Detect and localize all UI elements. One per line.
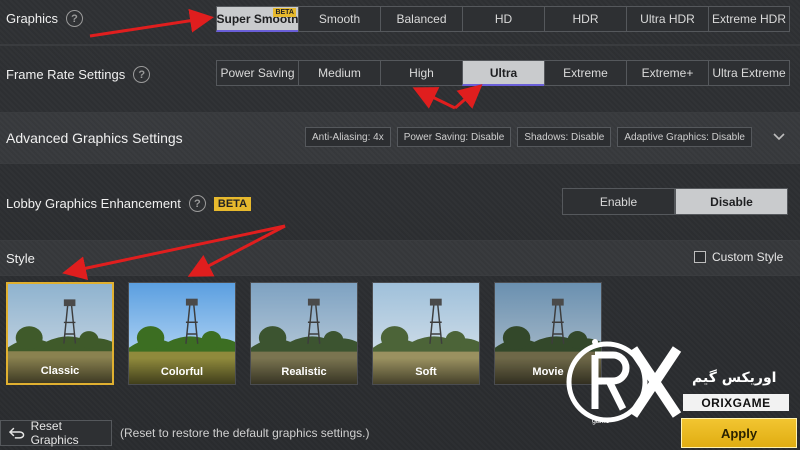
graphics-option-label: Ultra HDR <box>640 12 695 26</box>
frame-rate-label: Frame Rate Settings <box>6 67 126 82</box>
graphics-option-extreme-hdr[interactable]: Extreme HDR <box>708 6 790 32</box>
advanced-label-group: Advanced Graphics Settings <box>6 130 183 146</box>
custom-style-label: Custom Style <box>712 250 784 264</box>
watermark-persian-text: اوریکس گیم <box>692 370 777 386</box>
style-thumbnails: Classic Colorful Realistic Soft Movie <box>6 282 602 385</box>
frame-rate-option-label: Ultra <box>489 65 518 80</box>
lobby-enhancement-toggle: Enable Disable <box>562 188 788 215</box>
graphics-label-group: Graphics ? <box>6 10 84 27</box>
chip-power-saving: Power Saving: Disable <box>396 127 512 147</box>
style-thumb-label: Soft <box>373 358 479 384</box>
chip-anti-aliasing: Anti-Aliasing: 4x <box>305 127 391 147</box>
style-thumb-label: Realistic <box>251 358 357 384</box>
graphics-option-label: Extreme HDR <box>711 12 786 26</box>
advanced-label: Advanced Graphics Settings <box>6 130 183 146</box>
graphics-option-hd[interactable]: HD <box>462 6 544 32</box>
divider <box>0 44 800 46</box>
frame-rate-option-label: Extreme <box>563 66 608 80</box>
apply-button[interactable]: Apply <box>681 418 797 448</box>
frame-rate-option-label: High <box>409 66 434 80</box>
frame-rate-option-label: Extreme+ <box>641 66 694 80</box>
frame-rate-option-label: Ultra Extreme <box>712 66 786 80</box>
help-icon[interactable]: ? <box>188 195 206 212</box>
graphics-option-ultra-hdr[interactable]: Ultra HDR <box>626 6 708 32</box>
beta-badge: BETA <box>213 196 252 211</box>
help-icon[interactable]: ? <box>66 10 84 27</box>
style-thumb-classic[interactable]: Classic <box>6 282 114 385</box>
frame-rate-option-power-saving[interactable]: Power Saving <box>216 60 298 86</box>
lobby-label: Lobby Graphics Enhancement <box>6 196 181 211</box>
graphics-option-label: Balanced <box>396 12 447 26</box>
reset-note: (Reset to restore the default graphics s… <box>120 426 370 440</box>
frame-rate-selector: Power Saving Medium High Ultra Extreme Extrem… <box>216 60 790 86</box>
beta-tag: BETA <box>273 8 296 17</box>
frame-rate-option-ultra-extreme[interactable]: Ultra Extreme <box>708 60 790 86</box>
reset-graphics-button[interactable]: Reset Graphics <box>0 419 112 447</box>
style-thumb-soft[interactable]: Soft <box>372 282 480 385</box>
frame-rate-option-label: Medium <box>318 66 361 80</box>
frame-rate-option-high[interactable]: High <box>380 60 462 86</box>
style-label: Style <box>6 251 35 266</box>
custom-style-checkbox[interactable] <box>694 251 706 263</box>
style-thumb-colorful[interactable]: Colorful <box>128 282 236 385</box>
lobby-label-group: Lobby Graphics Enhancement ? BETA <box>6 195 252 212</box>
graphics-quality-selector: Super Smooth BETA Smooth Balanced HD HDR Ultra… <box>216 6 790 32</box>
graphics-option-label: HD <box>494 12 513 26</box>
undo-icon <box>9 427 25 439</box>
watermark-sub: game <box>592 418 610 425</box>
custom-style-toggle[interactable]: Custom Style <box>694 250 783 264</box>
graphics-option-smooth[interactable]: Smooth <box>298 6 380 32</box>
graphics-option-super-smooth[interactable]: Super Smooth BETA <box>216 6 299 32</box>
graphics-option-label: Smooth <box>318 12 361 26</box>
style-thumb-label: Colorful <box>129 358 235 384</box>
chevron-down-icon[interactable] <box>770 128 788 146</box>
style-header-band <box>0 240 800 276</box>
frame-rate-option-medium[interactable]: Medium <box>298 60 380 86</box>
graphics-option-label: HDR <box>572 12 599 26</box>
style-thumb-realistic[interactable]: Realistic <box>250 282 358 385</box>
advanced-summary-chips: Anti-Aliasing: 4x Power Saving: Disable … <box>305 127 752 147</box>
frame-rate-option-extreme[interactable]: Extreme <box>544 60 626 86</box>
graphics-option-hdr[interactable]: HDR <box>544 6 626 32</box>
watermark-brand: ORIXGAME <box>683 394 789 411</box>
style-thumb-label: Classic <box>8 357 112 383</box>
frame-rate-option-label: Power Saving <box>220 66 295 80</box>
chip-shadows: Shadows: Disable <box>517 127 612 147</box>
frame-rate-option-extreme-[interactable]: Extreme+ <box>626 60 708 86</box>
enable-button[interactable]: Enable <box>562 188 675 215</box>
style-label-group: Style <box>6 251 35 266</box>
help-icon[interactable]: ? <box>133 66 151 83</box>
graphics-label: Graphics <box>6 11 59 26</box>
frame-rate-option-ultra[interactable]: Ultra <box>462 60 544 86</box>
frame-rate-label-group: Frame Rate Settings ? <box>6 66 151 83</box>
graphics-option-balanced[interactable]: Balanced <box>380 6 462 32</box>
disable-button[interactable]: Disable <box>675 188 788 215</box>
chip-adaptive-graphics: Adaptive Graphics: Disable <box>617 127 752 147</box>
reset-graphics-label: Reset Graphics <box>30 419 79 447</box>
